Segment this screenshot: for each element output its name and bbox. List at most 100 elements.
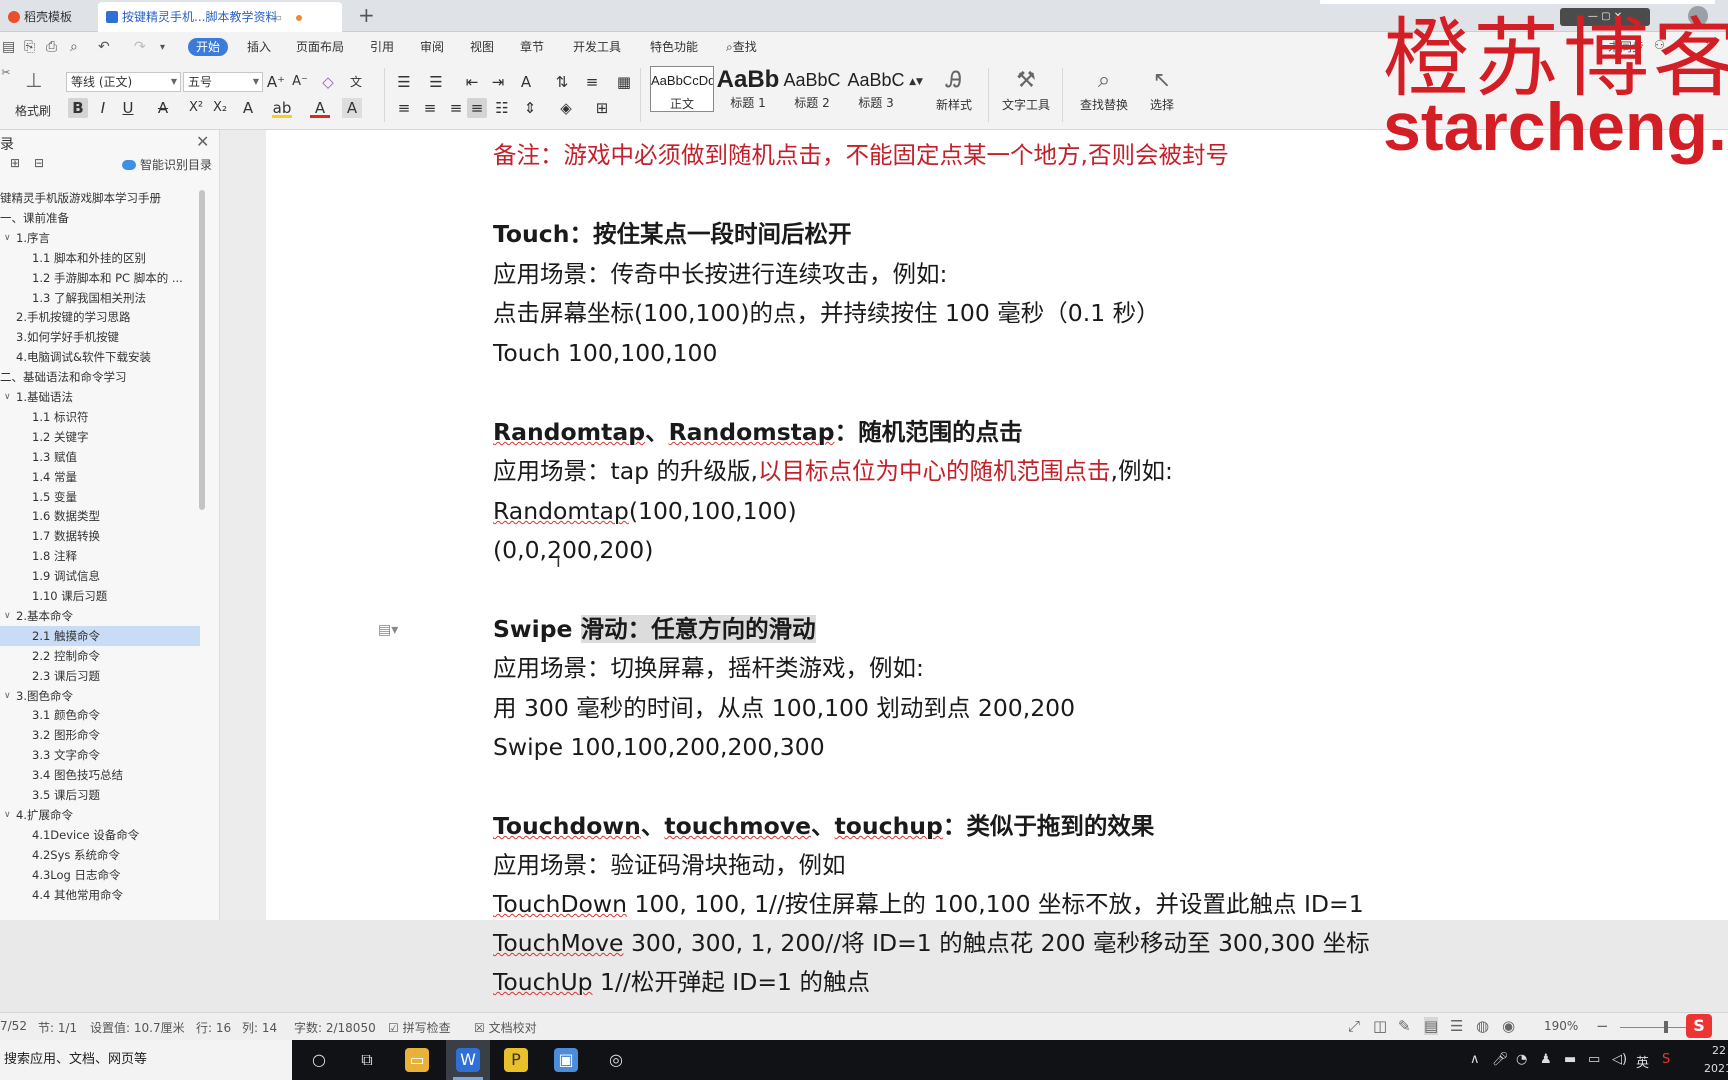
menu-view[interactable]: 视图 [470,38,494,56]
format-painter-icon[interactable]: ⊥ [20,68,48,92]
cortana-icon[interactable]: ○ [307,1048,331,1072]
menu-page-layout[interactable]: 页面布局 [296,38,344,56]
text-tool-button[interactable]: ⚒ 文字工具 [996,66,1056,113]
tab-docer-templates[interactable]: 稻壳模板 [0,2,95,32]
menu-insert[interactable]: 插入 [247,38,271,56]
styles-scroll-icon[interactable]: ▲▼ [906,72,926,92]
toc-item[interactable]: 3.1 颜色命令 [0,705,200,725]
toc-item[interactable]: ∨ 4.扩展命令 [0,805,200,825]
zoom-slider-handle[interactable] [1664,1021,1668,1033]
align-right-icon[interactable]: ≡ [446,98,466,118]
toc-item[interactable]: 1.3 赋值 [0,447,200,467]
bold-button[interactable]: B [68,98,88,118]
fullscreen-icon[interactable]: ⤢ [1348,1017,1360,1035]
taskbar-search[interactable]: 搜索应用、文档、网页等 [0,1040,292,1080]
toc-item[interactable]: 键精灵手机版游戏脚本学习手册 [0,188,200,208]
strikethrough-button[interactable]: A [153,98,173,118]
change-case-icon[interactable]: A [516,72,536,92]
toc-item[interactable]: 3.4 图色技巧总结 [0,765,200,785]
paragraph-handle-icon[interactable]: ▤▾ [378,622,398,638]
chevron-down-icon[interactable]: ∨ [4,228,11,248]
cut-icon[interactable]: ✂ [0,66,12,79]
menu-developer[interactable]: 开发工具 [573,38,621,56]
table-grid-icon[interactable]: ▦ [614,72,634,92]
document-page[interactable]: 备注：游戏中必须做到随机点击，不能固定点某一个地方,否则会被封号 Touch：按… [266,130,1728,996]
bullets-icon[interactable]: ☰ [394,72,414,92]
menu-chapter[interactable]: 章节 [520,38,544,56]
volume-icon[interactable]: ◁) [1612,1052,1627,1067]
clock-date[interactable]: 2021 [1704,1062,1728,1075]
toc-item[interactable]: 3.2 图形命令 [0,725,200,745]
tab-display-icon[interactable]: ▭ [272,3,282,32]
clock-time[interactable]: 22 [1712,1044,1726,1057]
menu-search[interactable]: ⌕查找 [726,38,757,56]
zoom-level[interactable]: 190% [1544,1019,1578,1033]
word-count[interactable]: 字数: 2/18050 [294,1019,376,1036]
file-explorer-icon[interactable]: ▭ [405,1048,429,1072]
toc-item[interactable]: ∨ 1.序言 [0,228,200,248]
tray-expand-icon[interactable]: ∧ [1470,1052,1480,1067]
menu-home[interactable]: 开始 [188,38,229,56]
toc-item[interactable]: 1.2 关键字 [0,427,200,447]
toc-item[interactable]: ∨ 1.基础语法 [0,387,200,407]
remote-desktop-icon[interactable]: ▣ [554,1048,578,1072]
network-icon[interactable]: ▭ [1588,1052,1600,1067]
toc-item[interactable]: 1.1 标识符 [0,407,200,427]
distributed-align-icon[interactable]: ☷ [492,98,512,118]
tab-document[interactable]: 按键精灵手机...脚本教学资料 ▭ [98,2,342,32]
shrink-font-icon[interactable]: A⁻ [290,72,310,92]
char-shading-icon[interactable]: A [342,98,362,118]
collapse-all-icon[interactable]: ⊟ [34,156,44,170]
toc-item[interactable]: 1.1 脚本和外挂的区别 [0,248,200,268]
shading-icon[interactable]: ◈ [556,98,576,118]
borders-icon[interactable]: ⊞ [592,98,612,118]
superscript-button[interactable]: X² [186,98,206,118]
toc-item[interactable]: 3.3 文字命令 [0,745,200,765]
phonetic-icon[interactable]: 文 [346,72,366,92]
toc-item[interactable]: 4.2Sys 系统命令 [0,845,200,865]
style-heading-2[interactable]: AaBbC 标题 2 [780,66,844,112]
smart-toc-button[interactable]: 智能识别目录 [122,156,212,173]
toc-item[interactable]: 4.1Device 设备命令 [0,825,200,845]
justify-icon[interactable]: ≡ [467,98,487,118]
sort-icon[interactable]: ⇅ [552,72,572,92]
new-style-button[interactable]: Ꭿ 新样式 [928,66,980,113]
toc-item[interactable]: 4.3Log 日志命令 [0,865,200,885]
anjian-icon[interactable]: P [504,1048,528,1072]
toc-item[interactable]: 4.4 其他常用命令 [0,885,200,905]
font-color-icon[interactable]: A [310,98,330,118]
toc-item[interactable]: 3.5 课后习题 [0,785,200,805]
tray-app-icon[interactable]: ◔ [1516,1052,1527,1067]
text-effect-icon[interactable]: A [238,98,258,118]
format-painter-button[interactable]: 格式刷 [12,102,54,119]
menu-review[interactable]: 审阅 [420,38,444,56]
toc-item[interactable]: 2.手机按键的学习思路 [0,307,200,327]
toc-item[interactable]: 1.9 调试信息 [0,566,200,586]
toc-item[interactable]: ∨ 3.图色命令 [0,686,200,706]
font-name-select[interactable]: 等线 (正文) ▼ [66,72,181,92]
quick-access-dropdown-icon[interactable]: ▾ [160,42,165,53]
toc-item[interactable]: 3.如何学好手机按键 [0,327,200,347]
sogou-tray-icon[interactable]: S [1662,1052,1670,1067]
toc-item[interactable]: 1.10 课后习题 [0,586,200,606]
toc-item[interactable]: 二、基础语法和命令学习 [0,367,200,387]
new-tab-button[interactable]: + [358,0,375,32]
toc-item[interactable]: 2.2 控制命令 [0,646,200,666]
print-preview-icon[interactable]: ⌕ [70,39,78,55]
doc-proofread-button[interactable]: ☒ 文档校对 [474,1019,537,1036]
nav-scrollbar[interactable] [199,190,205,510]
page-view-icon[interactable]: ▤ [1424,1017,1439,1035]
style-heading-3[interactable]: AaBbC 标题 3 [844,66,908,112]
toc-item[interactable]: 1.4 常量 [0,467,200,487]
underline-button[interactable]: U [118,98,138,118]
mic-icon[interactable]: 🎤︎ [1492,1052,1509,1067]
clear-format-icon[interactable]: ◇ [318,72,338,92]
menu-references[interactable]: 引用 [370,38,394,56]
align-center-icon[interactable]: ≡ [420,98,440,118]
find-replace-button[interactable]: ⌕ 查找替换 [1072,66,1136,113]
numbering-icon[interactable]: ☰ [426,72,446,92]
menu-special[interactable]: 特色功能 [650,38,698,56]
tray-user-icon[interactable]: ♟ [1540,1052,1552,1067]
grow-font-icon[interactable]: A⁺ [266,72,286,92]
undo-icon[interactable]: ↶ [98,39,110,55]
